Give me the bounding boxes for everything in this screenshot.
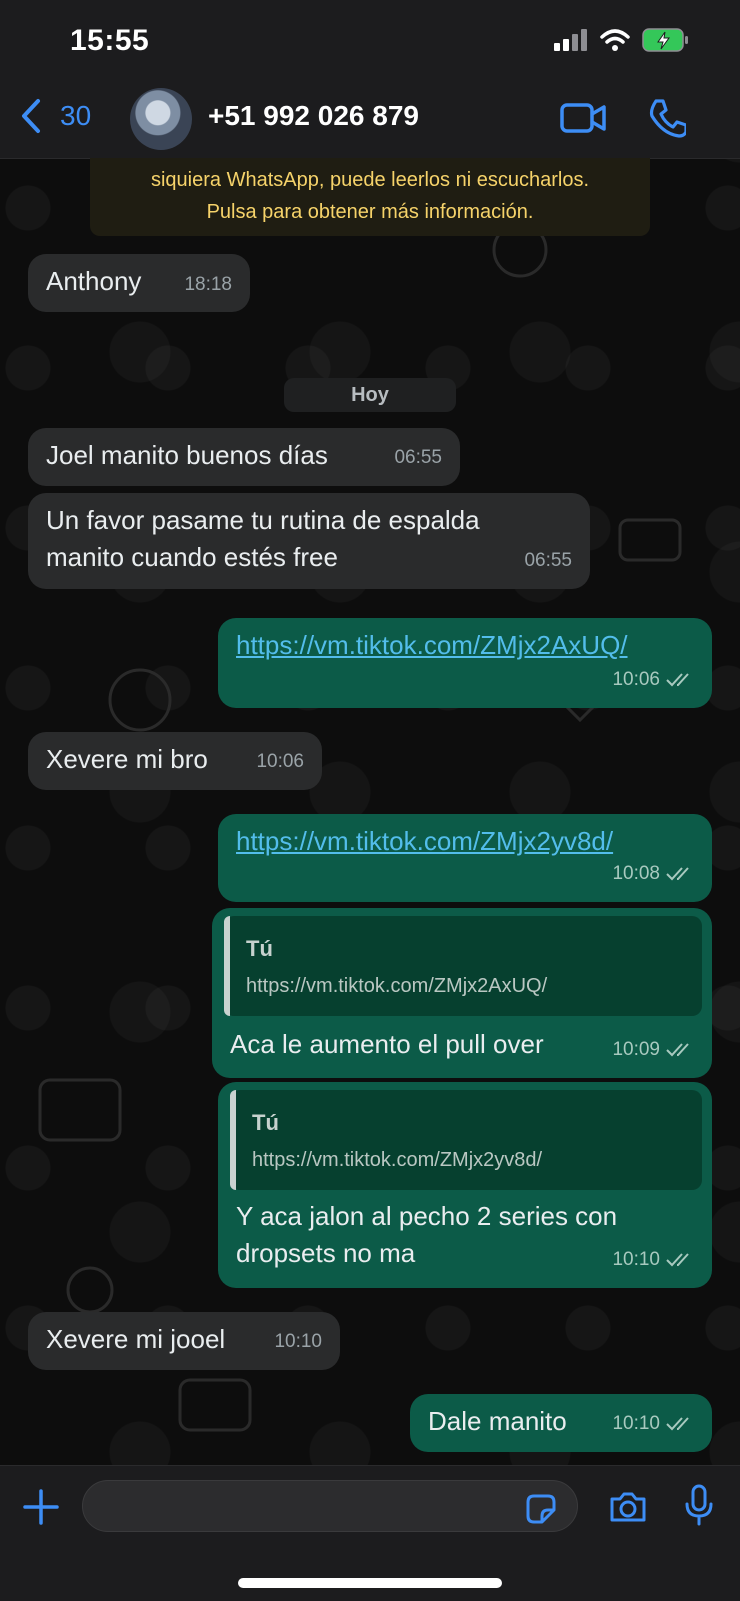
message-time: 06:55	[524, 550, 572, 571]
outgoing-message[interactable]: Dale manito 10:10	[410, 1394, 712, 1452]
back-chevron-icon	[22, 99, 40, 133]
video-call-button[interactable]	[560, 102, 606, 139]
unread-count: 30	[60, 100, 92, 131]
quote-author: Tú	[246, 936, 273, 961]
incoming-message[interactable]: Un favor pasame tu rutina de espalda man…	[28, 493, 590, 589]
message-meta: 10:08	[612, 855, 694, 892]
double-check-icon	[666, 1042, 689, 1056]
message-time: 18:18	[184, 274, 232, 295]
message-link[interactable]: https://vm.tiktok.com/ZMjx2AxUQ/	[236, 627, 628, 664]
message-time: 06:55	[394, 447, 442, 468]
message-text: Xevere mi jooel	[46, 1324, 226, 1354]
home-indicator[interactable]	[238, 1578, 502, 1588]
encryption-notice[interactable]: siquiera WhatsApp, puede leerlos ni escu…	[90, 158, 650, 236]
double-check-icon	[666, 866, 689, 880]
wifi-icon	[600, 29, 630, 51]
message-time: 10:10	[612, 1249, 660, 1270]
voice-call-button[interactable]	[648, 98, 688, 143]
plus-icon	[23, 1489, 59, 1525]
message-meta: 10:10	[612, 1241, 694, 1278]
incoming-message[interactable]: Xevere mi jooel 10:10	[28, 1312, 340, 1370]
message-text-line-1: Y aca jalon al pecho 2 series con	[236, 1201, 618, 1231]
message-meta: 10:10	[612, 1405, 694, 1442]
outgoing-message[interactable]: https://vm.tiktok.com/ZMjx2yv8d/ 10:08	[218, 814, 712, 902]
incoming-message[interactable]: Joel manito buenos días 06:55	[28, 428, 460, 486]
outgoing-reply-message[interactable]: Tú https://vm.tiktok.com/ZMjx2yv8d/ Y ac…	[218, 1082, 712, 1288]
message-time: 10:06	[612, 669, 660, 690]
signal-icon	[554, 29, 587, 51]
message-text: Joel manito buenos días	[46, 440, 328, 470]
message-text-line-2: manito cuando estés free	[46, 542, 338, 572]
quote-bar	[230, 1090, 236, 1190]
message-time: 10:06	[256, 751, 304, 772]
message-time: 10:10	[274, 1331, 322, 1352]
outgoing-message[interactable]: https://vm.tiktok.com/ZMjx2AxUQ/ 10:06	[218, 618, 712, 708]
contact-name[interactable]: +51 992 026 879	[208, 100, 419, 132]
video-call-icon	[560, 103, 606, 133]
incoming-message[interactable]: Xevere mi bro 10:06	[28, 732, 322, 790]
date-separator: Hoy	[284, 378, 456, 412]
message-text: Aca le aumento el pull over	[230, 1029, 544, 1059]
message-time: 10:08	[612, 863, 660, 884]
message-text-line-2: dropsets no ma	[236, 1238, 416, 1268]
message-text-line-1: Un favor pasame tu rutina de espalda	[46, 505, 480, 535]
sticker-button[interactable]	[524, 1492, 558, 1531]
quote-author: Tú	[252, 1110, 279, 1135]
phone-icon	[649, 99, 688, 138]
message-meta: 10:06	[612, 661, 694, 698]
message-time: 10:09	[612, 1039, 660, 1060]
microphone-button[interactable]	[684, 1484, 714, 1531]
double-check-icon	[666, 672, 689, 686]
chat-header: 30 +51 992 026 879	[0, 80, 740, 159]
back-button[interactable]: 30	[20, 98, 91, 134]
notice-line-1: siquiera WhatsApp, puede leerlos ni escu…	[150, 169, 590, 191]
camera-button[interactable]	[608, 1490, 648, 1529]
message-meta: 10:09	[612, 1031, 694, 1068]
quote-text: https://vm.tiktok.com/ZMjx2AxUQ/	[246, 975, 548, 997]
attach-button[interactable]	[22, 1488, 60, 1531]
sticker-icon	[526, 1494, 556, 1524]
avatar[interactable]	[130, 88, 192, 150]
outgoing-reply-message[interactable]: Tú https://vm.tiktok.com/ZMjx2AxUQ/ Aca …	[212, 908, 712, 1078]
message-input[interactable]	[82, 1480, 578, 1532]
microphone-icon	[685, 1484, 713, 1526]
quoted-message[interactable]: Tú https://vm.tiktok.com/ZMjx2yv8d/	[230, 1090, 702, 1190]
message-text: Anthony	[46, 266, 142, 296]
incoming-message[interactable]: Anthony 18:18	[28, 254, 250, 312]
message-link[interactable]: https://vm.tiktok.com/ZMjx2yv8d/	[236, 823, 613, 860]
quote-text: https://vm.tiktok.com/ZMjx2yv8d/	[252, 1149, 543, 1171]
status-bar: 15:55	[0, 0, 740, 80]
status-time: 15:55	[70, 24, 150, 57]
camera-icon	[610, 1492, 646, 1522]
message-time: 10:10	[612, 1413, 660, 1434]
quoted-message[interactable]: Tú https://vm.tiktok.com/ZMjx2AxUQ/	[224, 916, 702, 1016]
quote-bar	[224, 916, 230, 1016]
double-check-icon	[666, 1252, 689, 1266]
status-icons	[554, 28, 690, 52]
notice-line-2: Pulsa para obtener más información.	[206, 201, 534, 223]
battery-icon	[642, 28, 688, 52]
message-text: Xevere mi bro	[46, 744, 208, 774]
double-check-icon	[666, 1416, 689, 1430]
message-text: Dale manito	[428, 1406, 567, 1436]
